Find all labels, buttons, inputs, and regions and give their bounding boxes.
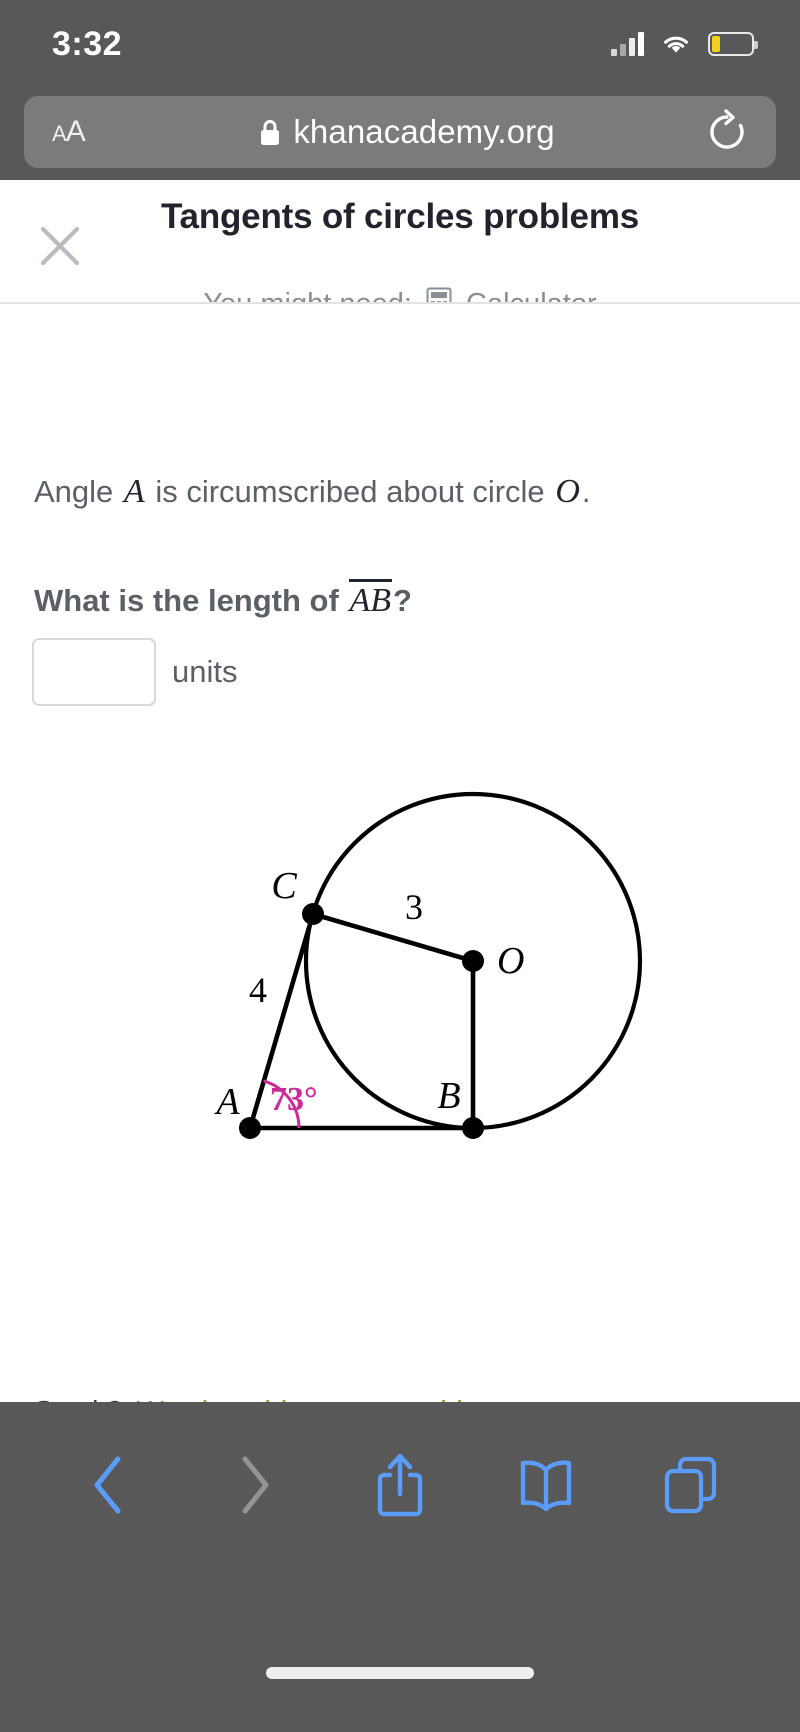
geometry-figure: C O A B 3 4 73°	[0, 774, 800, 1204]
text-size-button[interactable]: AAAA	[52, 115, 122, 149]
url-display[interactable]: khanacademy.org	[122, 113, 692, 151]
question-prompt: What is the length of AB?	[34, 579, 800, 620]
chevron-left-icon	[94, 1456, 121, 1514]
statement-part-2: is circumscribed about circle	[155, 474, 545, 509]
close-icon[interactable]	[36, 222, 84, 270]
book-icon	[520, 1460, 571, 1511]
question-body: Angle A is circumscribed about circle O.…	[0, 304, 800, 1402]
watch-video-hint-link[interactable]: Watch a video or use a hint.	[137, 1396, 495, 1402]
segment-oc	[312, 911, 474, 964]
safari-browser-screen: 3:32 AAAA k	[0, 0, 800, 1732]
segment-ab-notation: AB	[349, 579, 392, 620]
reload-icon	[710, 109, 744, 149]
battery-low-icon	[708, 32, 758, 56]
share-button[interactable]	[357, 1442, 443, 1528]
prompt-text: What is the length of	[34, 583, 339, 619]
statement-part-1: Angle	[34, 474, 114, 509]
tabs-icon	[665, 1456, 717, 1514]
hint-row: Stuck? Watch a video or use a hint.	[34, 1396, 495, 1402]
status-bar-time: 3:32	[52, 24, 123, 63]
stuck-label: Stuck?	[34, 1396, 123, 1402]
question-statement: Angle A is circumscribed about circle O.	[34, 470, 800, 514]
toolbar-buttons	[0, 1430, 800, 1540]
units-label: units	[172, 654, 238, 690]
reload-button[interactable]	[692, 109, 748, 155]
point-o	[462, 950, 484, 973]
forward-button[interactable]	[211, 1442, 297, 1528]
math-var-a: A	[123, 473, 145, 510]
wifi-icon	[664, 36, 688, 53]
math-var-o: O	[555, 473, 580, 510]
back-button[interactable]	[66, 1442, 152, 1528]
tabs-button[interactable]	[648, 1442, 734, 1528]
label-b: B	[437, 1075, 460, 1117]
point-a	[239, 1117, 261, 1140]
angle-label-a: 73°	[270, 1081, 318, 1118]
statement-period: .	[581, 474, 591, 509]
label-c: C	[271, 865, 297, 907]
safari-address-bar: AAAA khanacademy.org	[0, 88, 800, 180]
prompt-question-mark: ?	[392, 583, 412, 619]
cellular-signal-icon	[611, 32, 644, 56]
exercise-page: Tangents of circles problems You might n…	[0, 180, 800, 1402]
share-icon	[377, 1453, 423, 1517]
lock-icon	[261, 119, 280, 145]
answer-input[interactable]	[32, 638, 156, 707]
circle-tangent-diagram: C O A B 3 4 73°	[213, 792, 643, 1140]
label-o: O	[497, 940, 524, 982]
url-pill[interactable]: AAAA khanacademy.org	[24, 96, 776, 168]
length-label-oc: 3	[405, 887, 423, 927]
length-label-ac: 4	[249, 970, 267, 1010]
label-a: A	[213, 1081, 240, 1123]
bookmarks-button[interactable]	[503, 1442, 589, 1528]
point-c	[302, 903, 324, 926]
ios-status-bar: 3:32	[0, 0, 800, 88]
safari-bottom-toolbar	[0, 1402, 800, 1732]
point-b	[462, 1117, 484, 1140]
answer-row: units	[32, 638, 800, 707]
exercise-header: Tangents of circles problems You might n…	[0, 180, 800, 320]
page-title: Tangents of circles problems	[160, 197, 640, 236]
url-text: khanacademy.org	[293, 113, 555, 150]
home-indicator	[266, 1667, 534, 1679]
chevron-right-icon	[242, 1456, 269, 1514]
status-bar-indicators	[611, 32, 758, 56]
